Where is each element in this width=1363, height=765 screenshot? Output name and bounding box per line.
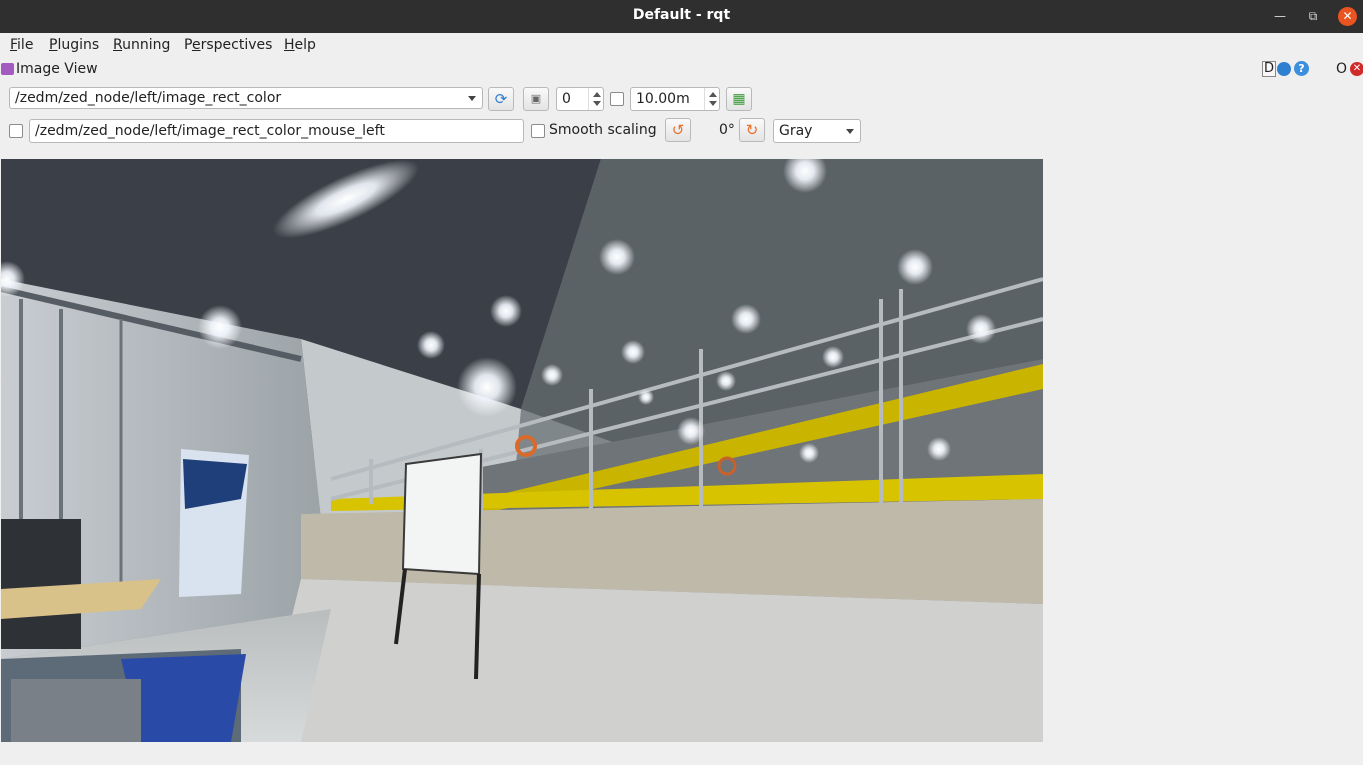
window-titlebar: Default - rqt — ⧉ ✕ (0, 0, 1363, 33)
save-image-button[interactable]: ▦ (726, 87, 752, 111)
value-spinbox[interactable]: 0 (556, 87, 604, 111)
menu-perspectives[interactable]: Perspectives (184, 37, 272, 53)
rotate-right-button[interactable]: ↻ (739, 118, 765, 142)
distance-up-icon[interactable] (709, 92, 717, 97)
colormap-combobox[interactable]: Gray (773, 119, 861, 143)
chevron-down-icon (468, 96, 476, 101)
menu-help[interactable]: Help (284, 37, 316, 53)
mouse-topic-input[interactable]: /zedm/zed_node/left/image_rect_color_mou… (29, 119, 524, 143)
distance-value: 10.00m (636, 91, 690, 107)
camera-image (1, 159, 1043, 742)
mouse-topic-value: /zedm/zed_node/left/image_rect_color_mou… (35, 123, 385, 139)
chevron-down-icon (846, 129, 854, 134)
rotate-left-button[interactable]: ↺ (665, 118, 691, 142)
menu-bar: File Plugins Running Perspectives Help (0, 33, 1363, 57)
options-button[interactable]: O (1336, 61, 1347, 77)
zoom-icon: ▣ (530, 92, 542, 105)
refresh-topics-button[interactable]: ⟳ (488, 87, 514, 111)
menu-file[interactable]: File (10, 37, 33, 53)
help-icon[interactable]: ? (1294, 61, 1309, 76)
plugin-header: Image View D ? O ✕ (0, 58, 1363, 80)
colormap-value: Gray (779, 123, 813, 139)
rotate-left-icon: ↺ (671, 121, 685, 139)
spin-up-icon[interactable] (593, 92, 601, 97)
menu-running[interactable]: Running (113, 37, 170, 53)
close-icon[interactable]: ✕ (1338, 7, 1357, 26)
maximize-icon[interactable]: ⧉ (1304, 7, 1322, 25)
plugin-title: Image View (16, 61, 98, 77)
publish-mouse-checkbox[interactable] (9, 124, 23, 138)
smooth-scaling-label: Smooth scaling (549, 122, 657, 138)
dock-button[interactable]: D (1262, 61, 1277, 77)
window-title: Default - rqt (632, 7, 731, 23)
spin-down-icon[interactable] (593, 101, 601, 106)
zoom-button[interactable]: ▣ (523, 87, 549, 111)
menu-plugins[interactable]: Plugins (49, 37, 99, 53)
spin-value: 0 (562, 91, 571, 107)
smooth-scaling-checkbox[interactable] (531, 124, 545, 138)
rotation-label: 0° (719, 122, 735, 138)
close-plugin-icon[interactable]: ✕ (1350, 62, 1363, 76)
topic-value: /zedm/zed_node/left/image_rect_color (15, 90, 282, 106)
image-view-plugin-icon (1, 63, 14, 75)
distance-down-icon[interactable] (709, 101, 717, 106)
image-canvas[interactable] (1, 159, 1043, 742)
save-image-icon: ▦ (732, 91, 746, 107)
reload-plugin-icon[interactable] (1277, 62, 1291, 76)
topic-combobox[interactable]: /zedm/zed_node/left/image_rect_color (9, 87, 483, 109)
minimize-icon[interactable]: — (1271, 7, 1289, 25)
rotate-right-icon: ↻ (745, 121, 759, 139)
distance-spinbox[interactable]: 10.00m (630, 87, 720, 111)
refresh-icon: ⟳ (494, 90, 508, 108)
spin-checkbox[interactable] (610, 92, 624, 106)
